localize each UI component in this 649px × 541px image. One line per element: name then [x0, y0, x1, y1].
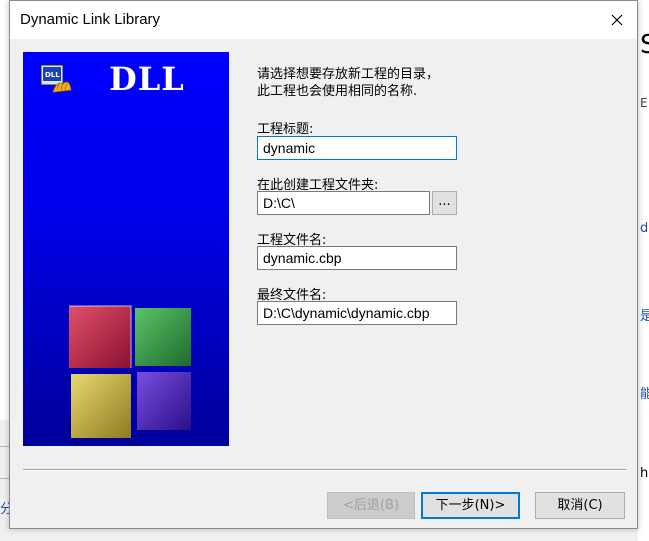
codeblocks-dll-icon: DLL	[40, 64, 72, 93]
svg-text:DLL: DLL	[45, 71, 60, 79]
project-title-input[interactable]: dynamic	[257, 136, 457, 160]
description-line: 请选择想要存放新工程的目录，	[257, 67, 440, 82]
background-link[interactable]: d	[640, 221, 648, 236]
title-bar[interactable]: Dynamic Link Library	[10, 1, 637, 39]
close-icon	[611, 14, 623, 26]
back-button: <后退(B)	[327, 492, 415, 519]
close-button[interactable]	[603, 7, 631, 33]
background-link[interactable]: 是	[640, 305, 649, 324]
next-button[interactable]: 下一步(N)>	[421, 492, 520, 519]
banner-title: DLL	[109, 60, 185, 98]
wizard-dialog: Dynamic Link Library DLL DLL 请选择想要存放新工程的…	[9, 0, 638, 529]
project-filename-input[interactable]: dynamic.cbp	[257, 246, 457, 270]
background-link[interactable]: 能	[640, 383, 649, 402]
wizard-description: 请选择想要存放新工程的目录， 此工程也会使用相同的名称.	[257, 66, 617, 100]
cancel-button[interactable]: 取消(C)	[535, 492, 625, 519]
result-filename-field: D:\C\dynamic\dynamic.cbp	[257, 301, 457, 325]
background-app-edge	[638, 0, 649, 541]
background-text: E	[640, 96, 648, 110]
button-separator	[23, 469, 626, 471]
background-text: h	[640, 466, 649, 481]
description-line: 此工程也会使用相同的名称.	[257, 84, 418, 99]
browse-folder-button[interactable]: ...	[432, 191, 457, 215]
codeblocks-cube-logo	[69, 305, 191, 438]
wizard-banner: DLL DLL	[23, 52, 229, 446]
window-title: Dynamic Link Library	[20, 11, 161, 28]
background-text: S	[640, 30, 649, 60]
folder-input[interactable]: D:\C\	[257, 191, 430, 215]
project-title-label: 工程标题:	[257, 122, 314, 137]
